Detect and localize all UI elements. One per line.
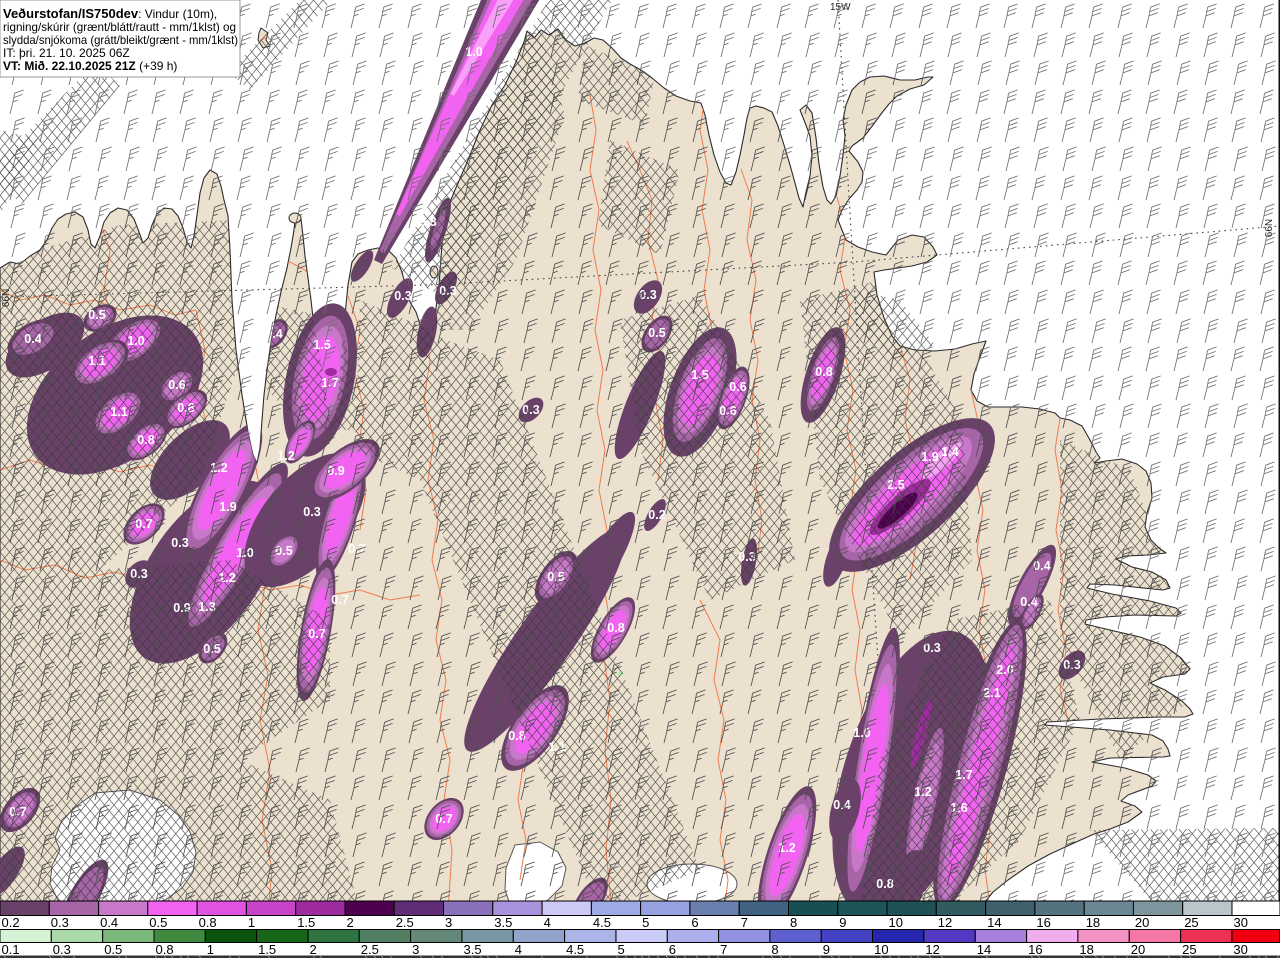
svg-text:1.0: 1.0 [127,334,144,348]
svg-text:0.8: 0.8 [199,915,217,930]
svg-text:5: 5 [642,915,649,930]
svg-text:4: 4 [544,915,551,930]
svg-text:2.5: 2.5 [887,478,904,492]
svg-text:0.5: 0.5 [149,915,167,930]
svg-text:0.7: 0.7 [308,627,325,641]
svg-text:1.0: 1.0 [853,726,870,740]
svg-text:1: 1 [248,915,255,930]
svg-text:14: 14 [977,942,991,957]
svg-text:16: 16 [1036,915,1050,930]
svg-text:3: 3 [445,915,452,930]
svg-text:2.5: 2.5 [361,942,379,957]
svg-text:1.9: 1.9 [921,450,938,464]
svg-text:0.5: 0.5 [104,942,122,957]
svg-text:1.1: 1.1 [88,354,105,368]
svg-text:IT: þri. 21. 10. 2025 06Z: IT: þri. 21. 10. 2025 06Z [3,46,130,60]
svg-text:1.2: 1.2 [277,449,294,463]
svg-text:4.5: 4.5 [593,915,611,930]
svg-text:3.5: 3.5 [494,915,512,930]
svg-text:0.2: 0.2 [648,508,665,522]
svg-text:9: 9 [839,915,846,930]
svg-text:0.9: 0.9 [173,601,190,615]
svg-text:0.2: 0.2 [2,915,20,930]
svg-text:1.2: 1.2 [218,571,235,585]
svg-text:30: 30 [1233,942,1247,957]
svg-text:4.5: 4.5 [566,942,584,957]
svg-text:1.5: 1.5 [691,368,708,382]
svg-text:4: 4 [515,942,522,957]
svg-text:Veðurstofan/IS750dev: Vindur (: Veðurstofan/IS750dev: Vindur (10m), [3,6,217,21]
svg-text:3: 3 [412,942,419,957]
svg-text:0.3: 0.3 [419,215,436,229]
svg-text:0.5: 0.5 [275,544,292,558]
svg-text:7: 7 [720,942,727,957]
svg-text:1.7: 1.7 [955,768,972,782]
svg-text:1.5: 1.5 [297,915,315,930]
svg-text:0.8: 0.8 [177,401,194,415]
svg-text:0.8: 0.8 [508,729,525,743]
svg-text:0.7: 0.7 [135,517,152,531]
svg-text:0.4: 0.4 [265,327,282,341]
svg-text:1.1: 1.1 [110,405,127,419]
svg-text:0.3: 0.3 [1063,658,1080,672]
svg-text:0.8: 0.8 [156,942,174,957]
svg-text:25: 25 [1184,915,1198,930]
svg-text:0.3: 0.3 [53,942,71,957]
svg-text:0.3: 0.3 [51,915,69,930]
svg-text:12: 12 [938,915,952,930]
svg-text:8: 8 [771,942,778,957]
svg-text:2: 2 [310,942,317,957]
svg-text:1.0: 1.0 [465,45,482,59]
svg-text:1.4: 1.4 [941,445,958,459]
svg-text:0.6: 0.6 [729,380,746,394]
svg-text:20: 20 [1135,915,1149,930]
svg-text:66N: 66N [1264,219,1275,237]
svg-text:18: 18 [1079,942,1093,957]
svg-text:1.9: 1.9 [219,500,236,514]
svg-text:0.6: 0.6 [168,378,185,392]
svg-text:1: 1 [207,942,214,957]
svg-text:12: 12 [925,942,939,957]
svg-text:0.3: 0.3 [130,567,147,581]
svg-text:slydda/snjókoma (grátt/bleikt/: slydda/snjókoma (grátt/bleikt/grænt - mm… [3,33,238,47]
svg-text:2: 2 [347,915,354,930]
svg-text:0.3: 0.3 [394,289,411,303]
svg-text:3.5: 3.5 [464,942,482,957]
svg-text:0.9: 0.9 [327,464,344,478]
svg-text:14: 14 [987,915,1001,930]
svg-text:6: 6 [669,942,676,957]
svg-text:0.4: 0.4 [1033,559,1050,573]
svg-text:7: 7 [741,915,748,930]
svg-text:0.4: 0.4 [1020,595,1037,609]
svg-text:0.7: 0.7 [331,593,348,607]
svg-text:15W: 15W [830,2,851,13]
svg-text:0.5: 0.5 [648,326,665,340]
svg-text:0.8: 0.8 [607,621,624,635]
svg-text:2.1: 2.1 [983,686,1000,700]
svg-text:1.5: 1.5 [258,942,276,957]
svg-text:10: 10 [874,942,888,957]
svg-text:0.1: 0.1 [2,942,20,957]
svg-text:16: 16 [1028,942,1042,957]
svg-text:5: 5 [618,942,625,957]
svg-text:20: 20 [1131,942,1145,957]
svg-text:0.3: 0.3 [303,505,320,519]
svg-text:VT: Mið. 22.10.2025 21Z (+39 h: VT: Mið. 22.10.2025 21Z (+39 h) [3,59,177,73]
svg-text:0.4: 0.4 [24,332,41,346]
svg-text:0.3: 0.3 [923,641,940,655]
svg-text:6: 6 [691,915,698,930]
svg-text:2.5: 2.5 [396,915,414,930]
svg-text:0.8: 0.8 [876,877,893,891]
svg-text:10: 10 [889,915,903,930]
svg-text:9: 9 [823,942,830,957]
svg-text:25: 25 [1182,942,1196,957]
svg-text:rigning/skúrir (grænt/blátt/ra: rigning/skúrir (grænt/blátt/rautt - mm/1… [3,20,236,34]
svg-text:8: 8 [790,915,797,930]
svg-text:0.8: 0.8 [137,433,154,447]
svg-text:18: 18 [1086,915,1100,930]
svg-text:0.4: 0.4 [100,915,118,930]
svg-text:30: 30 [1234,915,1248,930]
